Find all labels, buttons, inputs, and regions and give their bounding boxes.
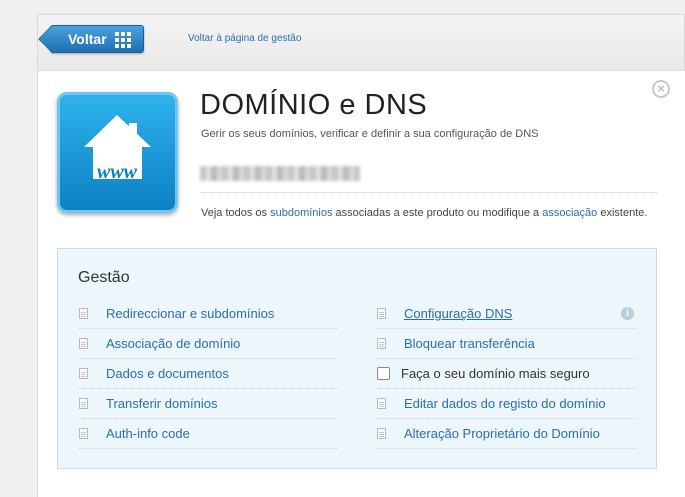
list-item: Faça o seu domínio mais seguro <box>377 359 636 389</box>
owner-change-link[interactable]: Alteração Proprietário do Domínio <box>404 426 600 441</box>
back-button[interactable]: Voltar <box>50 25 144 53</box>
page-title: DOMÍNIO e DNS <box>200 89 428 121</box>
back-button-label: Voltar <box>68 31 107 47</box>
block-transfer-link[interactable]: Bloquear transferência <box>404 336 535 351</box>
grid-icon <box>115 32 131 48</box>
redirect-subdomains-link[interactable]: Redireccionar e subdomínios <box>106 306 274 321</box>
list-item: Dados e documentos <box>79 359 337 389</box>
icon-www-text: www <box>97 161 138 183</box>
document-icon <box>79 338 88 349</box>
auth-info-code-link[interactable]: Auth-info code <box>106 426 190 441</box>
close-icon[interactable]: × <box>652 80 670 98</box>
list-item: Alteração Proprietário do Domínio <box>377 419 636 449</box>
dns-configuration-link[interactable]: Configuração DNS <box>404 306 512 321</box>
page-subtitle: Gerir os seus domínios, verificar e defi… <box>201 128 539 140</box>
domain-name-redacted <box>200 166 360 181</box>
data-documents-link[interactable]: Dados e documentos <box>106 366 229 381</box>
document-icon <box>377 308 386 319</box>
management-heading: Gestão <box>78 269 130 286</box>
list-item: Transferir domínios <box>79 389 337 419</box>
subdomains-link[interactable]: subdomínios <box>270 207 332 219</box>
document-icon <box>79 368 88 379</box>
house-www-icon: www <box>57 92 178 213</box>
description-text: Veja todos os subdomínios associadas a e… <box>201 207 648 219</box>
list-item: Redireccionar e subdomínios <box>79 299 337 329</box>
info-icon[interactable]: i <box>621 307 634 320</box>
list-item: Editar dados do registo do domínio <box>377 389 636 419</box>
document-icon <box>377 428 386 439</box>
document-icon <box>377 398 386 409</box>
document-icon <box>79 428 88 439</box>
association-link[interactable]: associação <box>542 207 597 219</box>
divider <box>200 192 657 193</box>
list-item: Associação de domínio <box>79 329 337 359</box>
document-icon <box>79 308 88 319</box>
secure-domain-label: Faça o seu domínio mais seguro <box>401 366 590 381</box>
document-icon <box>377 338 386 349</box>
document-icon <box>79 398 88 409</box>
back-to-management-link[interactable]: Voltar à página de gestão <box>188 33 301 44</box>
domain-association-link[interactable]: Associação de domínio <box>106 336 240 351</box>
secure-domain-checkbox[interactable] <box>377 367 390 380</box>
transfer-domains-link[interactable]: Transferir domínios <box>106 396 218 411</box>
list-item: Auth-info code <box>79 419 337 449</box>
edit-registry-data-link[interactable]: Editar dados do registo do domínio <box>404 396 606 411</box>
list-item: Configuração DNS <box>377 299 636 329</box>
list-item: Bloquear transferência <box>377 329 636 359</box>
